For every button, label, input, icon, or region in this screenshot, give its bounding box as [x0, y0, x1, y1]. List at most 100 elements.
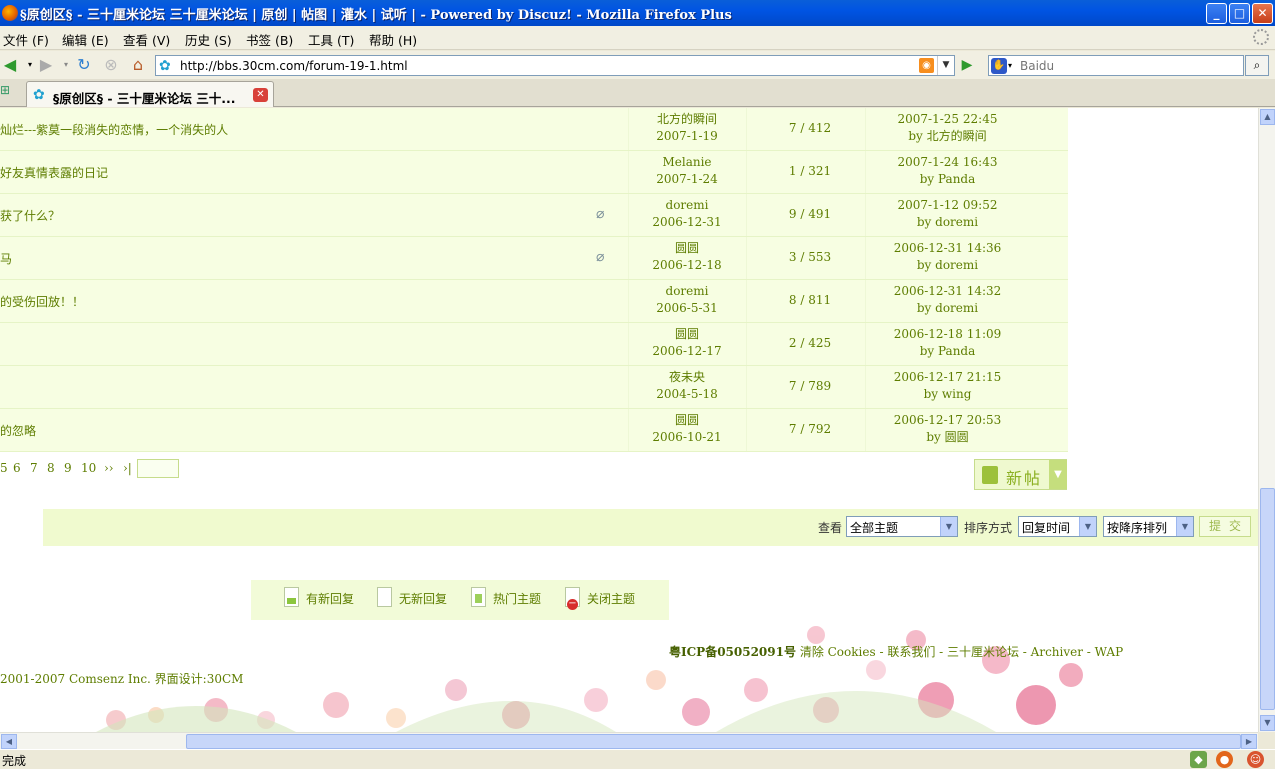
thread-subject-link[interactable]: 灿烂---紫莫一段消失的恋情，一个消失的人 [0, 121, 228, 138]
last-post-time-link[interactable]: 2007-1-12 09:52 [898, 198, 998, 212]
author-link[interactable]: 圆圆 [675, 413, 699, 427]
author-link[interactable]: 圆圆 [675, 327, 699, 341]
vertical-scroll-thumb[interactable] [1260, 488, 1275, 710]
tab-label: §原创区§ - 三十厘米论坛 三十... [53, 91, 236, 106]
home-button[interactable]: ⌂ [128, 55, 148, 75]
search-input[interactable] [1020, 57, 1240, 74]
author-link[interactable]: doremi [666, 284, 709, 298]
scroll-up-icon[interactable]: ▲ [1260, 109, 1275, 125]
page-link-8[interactable]: 8 [47, 461, 55, 475]
page-last-link[interactable]: ›| [123, 461, 132, 475]
legend-label: 关闭主题 [587, 592, 636, 606]
go-button[interactable]: ▶ [957, 55, 977, 75]
thread-row: 的受伤回放！！ doremi 2006-5-31 8 / 811 2006-12-31 … [0, 280, 1068, 323]
thread-subject-link[interactable]: 马 [0, 250, 12, 267]
tab-close-icon[interactable]: ✕ [253, 88, 268, 102]
new-thread-button[interactable]: 新帖 ▼ [974, 459, 1067, 490]
author-link[interactable]: 北方的瞬间 [657, 112, 717, 126]
thread-subject-link[interactable]: 好友真情表露的日记 [0, 164, 108, 181]
icp-license-link[interactable]: 粤ICP备05052091号 [669, 645, 796, 659]
search-button[interactable]: ⌕ [1245, 55, 1269, 76]
page-next-link[interactable]: ›› [104, 461, 114, 475]
smiley-icon[interactable]: ☺ [1247, 751, 1264, 768]
menu-edit[interactable]: 编辑 (E) [62, 30, 109, 49]
last-poster[interactable]: by Panda [920, 344, 976, 358]
menu-history[interactable]: 历史 (S) [185, 30, 232, 49]
last-poster[interactable]: by doremi [917, 301, 978, 315]
last-post-time-link[interactable]: 2007-1-24 16:43 [898, 155, 998, 169]
page-link-5[interactable]: 5 [0, 461, 8, 475]
order-select-value: 按降序排列 [1107, 521, 1168, 535]
page-link-10[interactable]: 10 [81, 461, 96, 475]
last-post-time-link[interactable]: 2006-12-17 20:53 [894, 413, 1002, 427]
last-poster[interactable]: by 北方的瞬间 [908, 129, 986, 143]
minimize-button[interactable]: _ [1206, 3, 1227, 24]
legend-closed-topic: 关闭主题 [565, 587, 636, 610]
thread-subject-link[interactable]: 的忽略 [0, 422, 36, 439]
scroll-corner [1258, 732, 1275, 749]
sort-label: 排序方式 [964, 521, 1013, 535]
new-thread-dropdown-icon[interactable]: ▼ [1049, 460, 1067, 489]
author-link[interactable]: Melanie [662, 155, 711, 169]
last-poster[interactable]: by Panda [920, 172, 976, 186]
menu-view[interactable]: 查看 (V) [123, 30, 170, 49]
horizontal-scrollbar[interactable]: ◀ ▶ [0, 732, 1258, 749]
author-link[interactable]: doremi [666, 198, 709, 212]
reply-view-count: 3 / 553 [788, 250, 832, 264]
menu-tools[interactable]: 工具 (T) [308, 30, 354, 49]
page-link-7[interactable]: 7 [30, 461, 38, 475]
menu-help[interactable]: 帮助 (H) [369, 30, 417, 49]
order-select[interactable]: 按降序排列 ▼ [1103, 516, 1194, 537]
page-link-9[interactable]: 9 [64, 461, 72, 475]
author-link[interactable]: 圆圆 [675, 241, 699, 255]
thread-subject-link[interactable]: 获了什么？ [0, 207, 60, 224]
close-button[interactable]: ✕ [1252, 3, 1273, 24]
stop-button[interactable]: ⊗ [101, 55, 121, 75]
forward-history-dropdown[interactable]: ▾ [56, 55, 76, 75]
vertical-scrollbar[interactable]: ▲ ▼ [1258, 108, 1275, 732]
horizontal-scroll-thumb[interactable] [186, 734, 1241, 749]
last-poster[interactable]: by doremi [917, 258, 978, 272]
last-post-time-link[interactable]: 2006-12-17 21:15 [894, 370, 1002, 384]
firefox-status-icon[interactable]: ● [1216, 751, 1233, 768]
thread-row: 马 ⌀ 圆圆 2006-12-18 3 / 553 2006-12-31 14:36 by … [0, 237, 1068, 280]
url-input[interactable] [180, 57, 910, 74]
last-post-time-link[interactable]: 2006-12-31 14:32 [894, 284, 1002, 298]
column-divider [746, 409, 747, 451]
menu-file[interactable]: 文件 (F) [3, 30, 49, 49]
tab-active[interactable]: ✿ §原创区§ - 三十厘米论坛 三十... ✕ [26, 81, 274, 107]
last-poster[interactable]: by doremi [917, 215, 978, 229]
post-date: 2006-10-21 [652, 430, 722, 444]
rss-feed-icon[interactable]: ◉ [919, 58, 934, 73]
baidu-engine-icon[interactable]: ✋ [991, 58, 1007, 74]
scroll-right-icon[interactable]: ▶ [1241, 734, 1257, 749]
sort-select[interactable]: 回复时间 ▼ [1018, 516, 1097, 537]
reload-button[interactable]: ↻ [74, 55, 94, 75]
last-post-time-link[interactable]: 2007-1-25 22:45 [898, 112, 998, 126]
view-select[interactable]: 全部主题 ▼ [846, 516, 958, 537]
url-history-dropdown[interactable]: ▼ [937, 56, 954, 75]
menu-bookmarks[interactable]: 书签 (B) [246, 30, 293, 49]
addon-icon[interactable]: ◆ [1190, 751, 1207, 768]
last-poster[interactable]: by 圆圆 [926, 430, 968, 444]
last-post-time-link[interactable]: 2006-12-31 14:36 [894, 241, 1002, 255]
maximize-button[interactable]: □ [1229, 3, 1250, 24]
search-bar[interactable]: ✋ ▾ [988, 55, 1244, 76]
scroll-left-icon[interactable]: ◀ [1, 734, 17, 749]
forward-button[interactable]: ▶ [36, 55, 56, 75]
icon-legend: 有新回复 无新回复 热门主题 关闭主题 [251, 580, 669, 620]
last-post: 2007-1-25 22:45 by 北方的瞬间 [890, 111, 1005, 145]
thread-subject-link[interactable]: 的受伤回放！！ [0, 293, 84, 310]
back-button[interactable]: ◀ [0, 55, 20, 75]
page-jump-input[interactable] [137, 459, 179, 478]
search-engine-dropdown[interactable]: ▾ [1008, 56, 1018, 75]
url-bar[interactable]: ✿ ◉ ▼ [155, 55, 955, 76]
last-post-time-link[interactable]: 2006-12-18 11:09 [894, 327, 1002, 341]
tab-list-icon[interactable]: ⊞ [0, 83, 20, 103]
footer-link-list[interactable]: 清除 Cookies - 联系我们 - 三十厘米论坛 - Archiver - … [796, 645, 1123, 659]
page-link-6[interactable]: 6 [13, 461, 21, 475]
last-poster[interactable]: by wing [924, 387, 972, 401]
scroll-down-icon[interactable]: ▼ [1260, 715, 1275, 731]
submit-button[interactable]: 提交 [1199, 516, 1251, 537]
author-link[interactable]: 夜未央 [669, 370, 705, 384]
